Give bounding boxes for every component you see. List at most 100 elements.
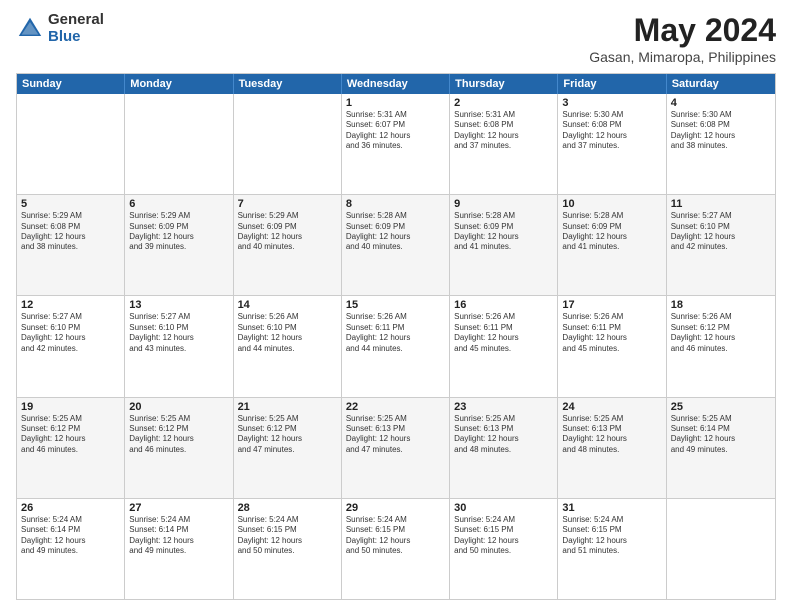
day-number: 12 bbox=[21, 299, 120, 311]
cal-cell: 2Sunrise: 5:31 AMSunset: 6:08 PMDaylight… bbox=[450, 94, 558, 194]
header-day-monday: Monday bbox=[125, 74, 233, 94]
day-number: 15 bbox=[346, 299, 445, 311]
cell-text: Sunrise: 5:29 AMSunset: 6:08 PMDaylight:… bbox=[21, 211, 120, 253]
day-number: 22 bbox=[346, 401, 445, 413]
cell-text: Sunrise: 5:26 AMSunset: 6:11 PMDaylight:… bbox=[454, 312, 553, 354]
page: General Blue May 2024 Gasan, Mimaropa, P… bbox=[0, 0, 792, 612]
cal-cell: 18Sunrise: 5:26 AMSunset: 6:12 PMDayligh… bbox=[667, 296, 775, 396]
cal-cell: 29Sunrise: 5:24 AMSunset: 6:15 PMDayligh… bbox=[342, 499, 450, 599]
cell-text: Sunrise: 5:26 AMSunset: 6:11 PMDaylight:… bbox=[562, 312, 661, 354]
logo: General Blue bbox=[16, 12, 104, 45]
cal-cell bbox=[234, 94, 342, 194]
cal-cell: 12Sunrise: 5:27 AMSunset: 6:10 PMDayligh… bbox=[17, 296, 125, 396]
day-number: 2 bbox=[454, 97, 553, 109]
cell-text: Sunrise: 5:25 AMSunset: 6:13 PMDaylight:… bbox=[562, 414, 661, 456]
day-number: 3 bbox=[562, 97, 661, 109]
cell-text: Sunrise: 5:27 AMSunset: 6:10 PMDaylight:… bbox=[129, 312, 228, 354]
day-number: 7 bbox=[238, 198, 337, 210]
header-day-friday: Friday bbox=[558, 74, 666, 94]
cal-cell: 1Sunrise: 5:31 AMSunset: 6:07 PMDaylight… bbox=[342, 94, 450, 194]
cell-text: Sunrise: 5:27 AMSunset: 6:10 PMDaylight:… bbox=[671, 211, 771, 253]
cal-cell: 30Sunrise: 5:24 AMSunset: 6:15 PMDayligh… bbox=[450, 499, 558, 599]
cell-text: Sunrise: 5:25 AMSunset: 6:14 PMDaylight:… bbox=[671, 414, 771, 456]
cal-cell: 11Sunrise: 5:27 AMSunset: 6:10 PMDayligh… bbox=[667, 195, 775, 295]
cal-cell: 28Sunrise: 5:24 AMSunset: 6:15 PMDayligh… bbox=[234, 499, 342, 599]
day-number: 9 bbox=[454, 198, 553, 210]
header-day-sunday: Sunday bbox=[17, 74, 125, 94]
cell-text: Sunrise: 5:30 AMSunset: 6:08 PMDaylight:… bbox=[671, 110, 771, 152]
cal-cell: 9Sunrise: 5:28 AMSunset: 6:09 PMDaylight… bbox=[450, 195, 558, 295]
day-number: 26 bbox=[21, 502, 120, 514]
calendar: SundayMondayTuesdayWednesdayThursdayFrid… bbox=[16, 73, 776, 600]
calendar-row-0: 1Sunrise: 5:31 AMSunset: 6:07 PMDaylight… bbox=[17, 94, 775, 194]
day-number: 14 bbox=[238, 299, 337, 311]
cal-cell: 16Sunrise: 5:26 AMSunset: 6:11 PMDayligh… bbox=[450, 296, 558, 396]
cal-cell: 19Sunrise: 5:25 AMSunset: 6:12 PMDayligh… bbox=[17, 398, 125, 498]
header-day-thursday: Thursday bbox=[450, 74, 558, 94]
cell-text: Sunrise: 5:27 AMSunset: 6:10 PMDaylight:… bbox=[21, 312, 120, 354]
cal-cell: 17Sunrise: 5:26 AMSunset: 6:11 PMDayligh… bbox=[558, 296, 666, 396]
calendar-row-1: 5Sunrise: 5:29 AMSunset: 6:08 PMDaylight… bbox=[17, 194, 775, 295]
title-block: May 2024 Gasan, Mimaropa, Philippines bbox=[589, 12, 776, 65]
day-number: 13 bbox=[129, 299, 228, 311]
cal-cell: 3Sunrise: 5:30 AMSunset: 6:08 PMDaylight… bbox=[558, 94, 666, 194]
cell-text: Sunrise: 5:31 AMSunset: 6:08 PMDaylight:… bbox=[454, 110, 553, 152]
day-number: 19 bbox=[21, 401, 120, 413]
calendar-row-2: 12Sunrise: 5:27 AMSunset: 6:10 PMDayligh… bbox=[17, 295, 775, 396]
cell-text: Sunrise: 5:28 AMSunset: 6:09 PMDaylight:… bbox=[562, 211, 661, 253]
cell-text: Sunrise: 5:24 AMSunset: 6:15 PMDaylight:… bbox=[346, 515, 445, 557]
cell-text: Sunrise: 5:25 AMSunset: 6:13 PMDaylight:… bbox=[454, 414, 553, 456]
cal-cell bbox=[125, 94, 233, 194]
day-number: 4 bbox=[671, 97, 771, 109]
cal-cell: 8Sunrise: 5:28 AMSunset: 6:09 PMDaylight… bbox=[342, 195, 450, 295]
day-number: 1 bbox=[346, 97, 445, 109]
logo-general: General bbox=[48, 12, 104, 29]
day-number: 11 bbox=[671, 198, 771, 210]
cell-text: Sunrise: 5:26 AMSunset: 6:11 PMDaylight:… bbox=[346, 312, 445, 354]
cal-cell: 6Sunrise: 5:29 AMSunset: 6:09 PMDaylight… bbox=[125, 195, 233, 295]
cal-cell: 10Sunrise: 5:28 AMSunset: 6:09 PMDayligh… bbox=[558, 195, 666, 295]
cal-cell: 23Sunrise: 5:25 AMSunset: 6:13 PMDayligh… bbox=[450, 398, 558, 498]
header-day-wednesday: Wednesday bbox=[342, 74, 450, 94]
cell-text: Sunrise: 5:26 AMSunset: 6:10 PMDaylight:… bbox=[238, 312, 337, 354]
day-number: 18 bbox=[671, 299, 771, 311]
calendar-header: SundayMondayTuesdayWednesdayThursdayFrid… bbox=[17, 74, 775, 94]
cell-text: Sunrise: 5:26 AMSunset: 6:12 PMDaylight:… bbox=[671, 312, 771, 354]
day-number: 17 bbox=[562, 299, 661, 311]
day-number: 24 bbox=[562, 401, 661, 413]
header-day-tuesday: Tuesday bbox=[234, 74, 342, 94]
cell-text: Sunrise: 5:29 AMSunset: 6:09 PMDaylight:… bbox=[129, 211, 228, 253]
header: General Blue May 2024 Gasan, Mimaropa, P… bbox=[16, 12, 776, 65]
cal-cell: 25Sunrise: 5:25 AMSunset: 6:14 PMDayligh… bbox=[667, 398, 775, 498]
day-number: 28 bbox=[238, 502, 337, 514]
cal-cell: 14Sunrise: 5:26 AMSunset: 6:10 PMDayligh… bbox=[234, 296, 342, 396]
cell-text: Sunrise: 5:25 AMSunset: 6:12 PMDaylight:… bbox=[238, 414, 337, 456]
cal-cell: 21Sunrise: 5:25 AMSunset: 6:12 PMDayligh… bbox=[234, 398, 342, 498]
cell-text: Sunrise: 5:24 AMSunset: 6:14 PMDaylight:… bbox=[129, 515, 228, 557]
calendar-row-3: 19Sunrise: 5:25 AMSunset: 6:12 PMDayligh… bbox=[17, 397, 775, 498]
cell-text: Sunrise: 5:25 AMSunset: 6:13 PMDaylight:… bbox=[346, 414, 445, 456]
cell-text: Sunrise: 5:24 AMSunset: 6:15 PMDaylight:… bbox=[238, 515, 337, 557]
calendar-body: 1Sunrise: 5:31 AMSunset: 6:07 PMDaylight… bbox=[17, 94, 775, 599]
day-number: 5 bbox=[21, 198, 120, 210]
cal-cell: 22Sunrise: 5:25 AMSunset: 6:13 PMDayligh… bbox=[342, 398, 450, 498]
day-number: 29 bbox=[346, 502, 445, 514]
day-number: 30 bbox=[454, 502, 553, 514]
cal-cell bbox=[17, 94, 125, 194]
cell-text: Sunrise: 5:30 AMSunset: 6:08 PMDaylight:… bbox=[562, 110, 661, 152]
cal-cell: 13Sunrise: 5:27 AMSunset: 6:10 PMDayligh… bbox=[125, 296, 233, 396]
main-title: May 2024 bbox=[589, 12, 776, 49]
cell-text: Sunrise: 5:24 AMSunset: 6:14 PMDaylight:… bbox=[21, 515, 120, 557]
cal-cell: 26Sunrise: 5:24 AMSunset: 6:14 PMDayligh… bbox=[17, 499, 125, 599]
header-day-saturday: Saturday bbox=[667, 74, 775, 94]
cal-cell: 24Sunrise: 5:25 AMSunset: 6:13 PMDayligh… bbox=[558, 398, 666, 498]
logo-text: General Blue bbox=[48, 12, 104, 45]
cal-cell: 5Sunrise: 5:29 AMSunset: 6:08 PMDaylight… bbox=[17, 195, 125, 295]
day-number: 25 bbox=[671, 401, 771, 413]
calendar-row-4: 26Sunrise: 5:24 AMSunset: 6:14 PMDayligh… bbox=[17, 498, 775, 599]
cal-cell: 27Sunrise: 5:24 AMSunset: 6:14 PMDayligh… bbox=[125, 499, 233, 599]
cell-text: Sunrise: 5:25 AMSunset: 6:12 PMDaylight:… bbox=[21, 414, 120, 456]
logo-blue: Blue bbox=[48, 29, 104, 46]
day-number: 20 bbox=[129, 401, 228, 413]
day-number: 27 bbox=[129, 502, 228, 514]
